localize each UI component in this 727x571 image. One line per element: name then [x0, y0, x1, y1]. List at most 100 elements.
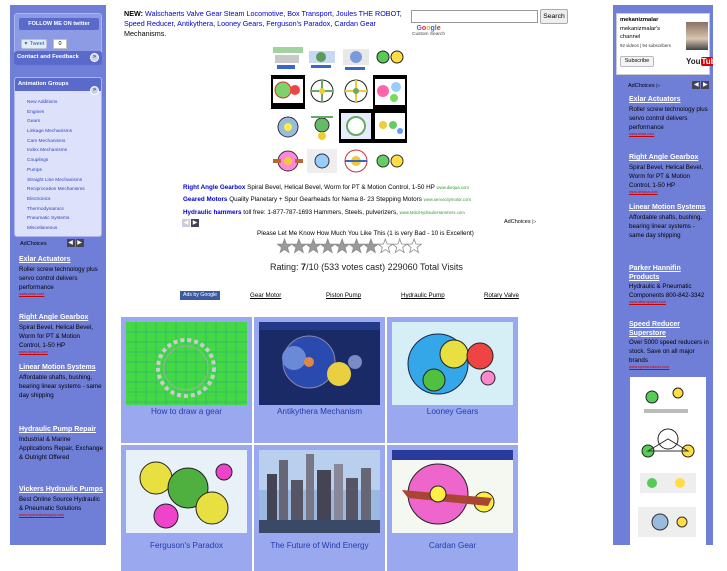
rating-star-icon[interactable] — [377, 238, 394, 254]
new-link[interactable]: Looney Gears — [217, 19, 262, 28]
rating-star-icon[interactable] — [362, 238, 380, 254]
ad-title[interactable]: Hydraulic Pump Repair — [19, 426, 103, 435]
ad-title[interactable]: Right Angle Gearbox — [629, 154, 711, 163]
new-link[interactable]: Antikythera — [177, 19, 213, 28]
ad-title[interactable]: Exlar Actuators — [19, 256, 103, 265]
ad-title[interactable]: Parker Hannifin Products — [629, 265, 711, 282]
ad-url[interactable]: www.MdciHydraulicHammers.com — [400, 210, 465, 215]
animation-tile[interactable]: Looney Gears — [387, 317, 518, 443]
ad-title[interactable]: Right Angle Gearbox — [19, 314, 103, 323]
next-ad-icon[interactable]: ▶ — [191, 219, 199, 227]
group-item[interactable]: Miscellaneous — [27, 224, 85, 234]
ad-url[interactable]: www.exlar.com — [19, 292, 103, 297]
prev-ad-icon[interactable]: ◀ — [66, 239, 75, 247]
group-item[interactable]: New Additions — [27, 98, 85, 108]
animation-thumbnail-grid[interactable] — [271, 41, 407, 179]
new-link[interactable]: Speed Reducer — [124, 19, 174, 28]
ad-link[interactable]: Hydraulic Pump — [401, 292, 445, 299]
animation-tile[interactable]: Ferguson's Paradox — [121, 445, 252, 571]
ad-title[interactable]: Hydraulic hammers — [183, 209, 241, 216]
ad-title[interactable]: Right Angle Gearbox — [183, 184, 245, 191]
collapse-icon[interactable]: » — [90, 86, 99, 95]
new-link[interactable]: Walschaerts Valve Gear Steam Locomotive — [145, 9, 283, 18]
next-ad-icon[interactable]: ▶ — [701, 81, 710, 89]
tweet-button[interactable]: ✦ Tweet — [21, 39, 47, 49]
adchoices-label[interactable]: AdChoices ▷ — [628, 83, 660, 89]
tile-caption[interactable]: Looney Gears — [387, 407, 518, 416]
mechanism-thumbnails[interactable] — [630, 377, 706, 545]
subscribe-button[interactable]: Subscribe — [620, 56, 654, 67]
animation-groups-title: Animation Groups — [18, 81, 69, 87]
adchoices-label[interactable]: AdChoices — [20, 241, 47, 247]
ad-link[interactable]: Piston Pump — [326, 292, 361, 299]
ad-title[interactable]: Speed Reducer Superstore — [629, 321, 711, 338]
ad-title[interactable]: Vickers Hydraulic Pumps — [19, 486, 103, 495]
ads-by-google[interactable]: Ads by Google — [180, 291, 221, 300]
rating-star-icon[interactable] — [319, 238, 336, 254]
rating-star-icon[interactable] — [277, 238, 293, 254]
group-item[interactable]: Straight Line Mechanisms — [27, 176, 85, 186]
group-item[interactable]: Index Mechanisms — [27, 146, 85, 156]
ad-desc: Over 5000 speed reducers in stock. Save … — [629, 339, 709, 364]
ad-title[interactable]: Exlar Actuators — [629, 96, 711, 105]
rating-star-icon[interactable] — [305, 238, 322, 254]
next-ad-icon[interactable]: ▶ — [75, 239, 84, 247]
search-input[interactable] — [411, 10, 538, 23]
contact-feedback-panel[interactable]: Contact and Feedback » — [14, 51, 102, 65]
tile-caption[interactable]: The Future of Wind Energy — [254, 541, 385, 550]
ad-url[interactable]: www.speedreducer.com — [629, 365, 711, 370]
ad-url[interactable]: www.exlar.com — [629, 132, 711, 137]
youtube-logo[interactable]: YouTube — [686, 57, 713, 66]
animation-tile[interactable]: Antikythera Mechanism — [254, 317, 385, 443]
ad-title[interactable]: Linear Motion Systems — [629, 204, 711, 213]
ad-title[interactable]: Geared Motors — [183, 196, 227, 203]
prev-ad-icon[interactable]: ◀ — [182, 219, 190, 227]
group-item[interactable]: Pneumatic Systems — [27, 214, 85, 224]
ad-link[interactable]: Gear Motor — [250, 292, 281, 299]
tile-caption[interactable]: Ferguson's Paradox — [121, 541, 252, 550]
tweet-label: Tweet — [29, 41, 45, 47]
twitter-follow-link[interactable]: FOLLOW ME ON twitter — [19, 18, 99, 30]
ad-url[interactable]: www.diequa.com — [629, 190, 711, 195]
rating-star-icon[interactable] — [348, 238, 365, 254]
ad-title[interactable]: Linear Motion Systems — [19, 364, 103, 373]
tile-caption[interactable]: Cardan Gear — [387, 541, 518, 550]
group-item[interactable]: Gears — [27, 117, 85, 127]
group-item[interactable]: Cam Mechanisms — [27, 137, 85, 147]
group-item[interactable]: Thermodynamics — [27, 205, 85, 215]
ad-url[interactable]: www.diequa.com — [19, 350, 103, 355]
ad-url[interactable]: www.hydraulicssupply.com — [19, 513, 103, 518]
ad-url[interactable]: www.diequa.com — [437, 185, 469, 190]
rating-stars[interactable] — [277, 238, 427, 254]
rating-star-icon[interactable] — [333, 238, 351, 254]
new-link[interactable]: Cardan Gear — [334, 19, 376, 28]
group-item[interactable]: Couplings — [27, 156, 85, 166]
search-button[interactable]: Search — [540, 9, 568, 24]
collapse-icon[interactable]: » — [90, 53, 99, 62]
animation-tile[interactable]: Cardan Gear — [387, 445, 518, 571]
tile-caption[interactable]: Antikythera Mechanism — [254, 407, 385, 416]
adchoices-label[interactable]: AdChoices ▷ — [504, 219, 536, 225]
group-item[interactable]: Pumps — [27, 166, 85, 176]
group-item[interactable]: Engines — [27, 108, 85, 118]
rating-star-icon[interactable] — [290, 238, 308, 254]
new-link[interactable]: Joules THE ROBOT — [336, 9, 400, 18]
avatar[interactable] — [686, 22, 708, 50]
new-link[interactable]: Box Transport — [287, 9, 332, 18]
new-link[interactable]: Ferguson's Paradox — [266, 19, 330, 28]
center-ad: Right Angle Gearbox Spiral Bevel, Helica… — [183, 184, 469, 192]
youtube-channel-name[interactable]: mekanizmalar — [620, 17, 658, 23]
rating-star-icon[interactable] — [391, 238, 408, 254]
group-item[interactable]: Linkage Mechanisms — [27, 127, 85, 137]
rating-star-icon[interactable] — [405, 238, 423, 254]
animation-tile[interactable]: The Future of Wind Energy — [254, 445, 385, 571]
ad-url[interactable]: www.servocitymotor.com — [424, 197, 471, 202]
ad-link[interactable]: Rotary Valve — [484, 292, 519, 299]
animation-tile[interactable]: How to draw a gear — [121, 317, 252, 443]
ad-url[interactable]: www.affordpower.com — [629, 300, 711, 305]
youtube-channel-title[interactable]: mekanizmalar's channel — [620, 26, 680, 41]
tile-caption[interactable]: How to draw a gear — [121, 407, 252, 416]
prev-ad-icon[interactable]: ◀ — [692, 81, 701, 89]
group-item[interactable]: Electronics — [27, 195, 85, 205]
group-item[interactable]: Reciprocation Mechanisms — [27, 185, 85, 195]
